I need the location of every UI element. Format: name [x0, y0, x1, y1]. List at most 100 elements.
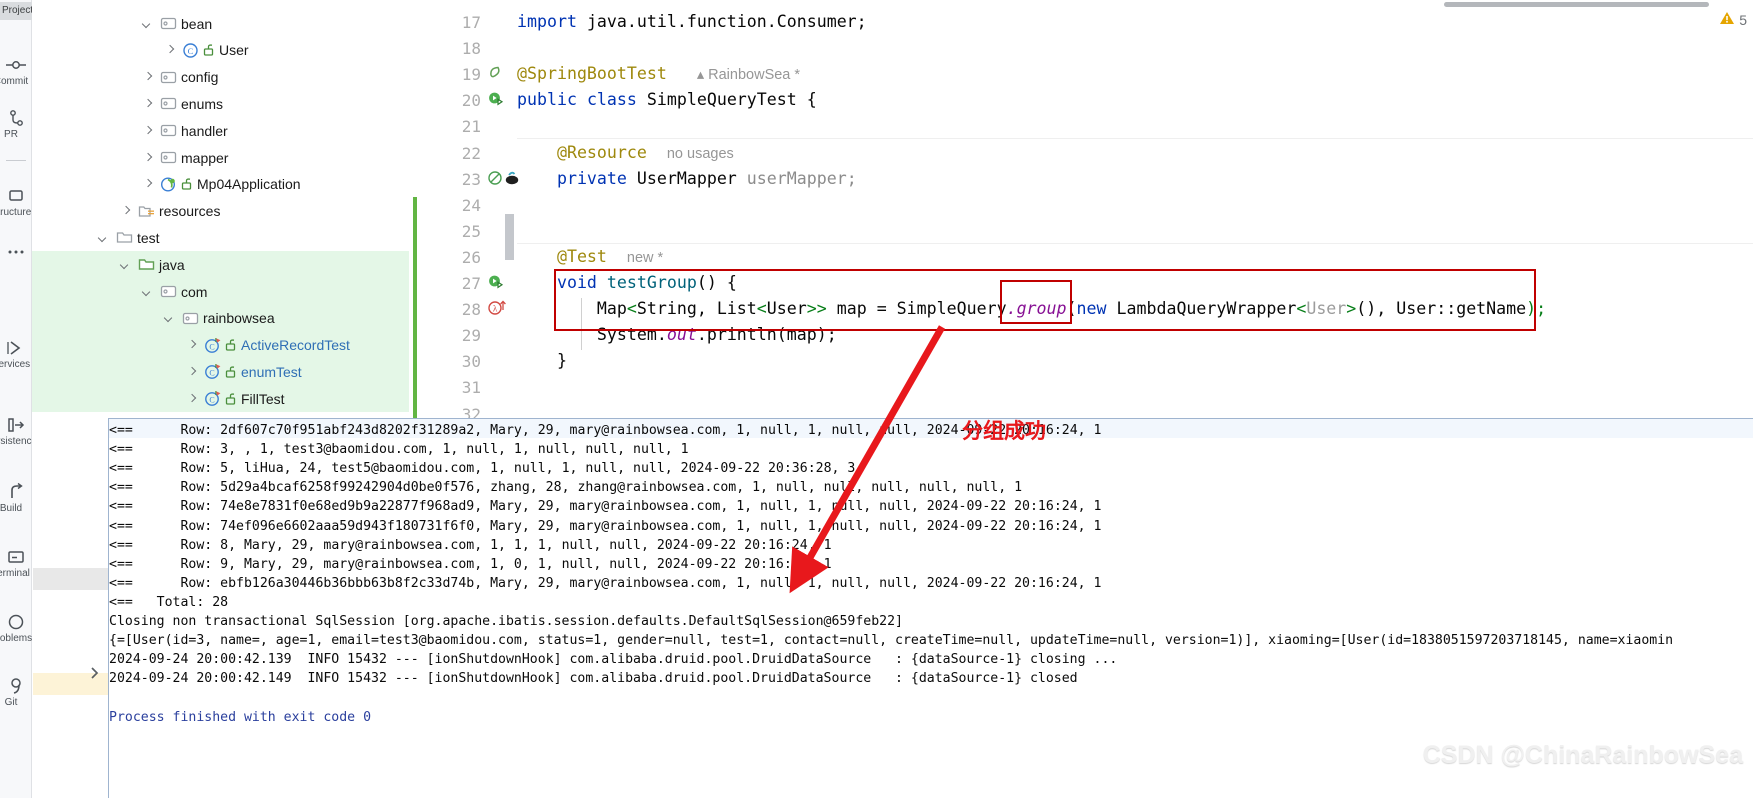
code-line[interactable]: import java.util.function.Consumer; — [517, 11, 867, 33]
tool-tab-pull-requests[interactable]: PR — [0, 108, 32, 140]
run-test-icon[interactable] — [487, 90, 505, 108]
code-line[interactable]: void testGroup() { — [517, 272, 737, 294]
code-token: SimpleQueryTest — [646, 90, 807, 110]
code-token: @SpringBootTest — [517, 64, 667, 84]
tree-item-java[interactable]: java — [32, 251, 409, 279]
code-editor[interactable]: 17 import java.util.function.Consumer; 18 1… — [409, 0, 1753, 425]
lambda-icon[interactable]: λ — [487, 299, 509, 317]
tool-tab-pull-requests-label: PR — [4, 129, 18, 140]
tool-tab-services[interactable]: Services — [0, 338, 32, 370]
tree-item-resources[interactable]: resources — [32, 198, 409, 225]
tool-tab-git-label: Git — [4, 697, 18, 708]
editor-separator — [517, 242, 1753, 244]
tree-item-bean[interactable]: bean — [32, 10, 409, 37]
tree-item-user[interactable]: C User — [32, 37, 409, 64]
run-tool-window-strip[interactable] — [33, 418, 108, 798]
tree-item-config[interactable]: config — [32, 64, 409, 91]
svg-text:C: C — [209, 395, 214, 404]
tree-item-enumtest[interactable]: CenumTest — [32, 358, 409, 386]
console-line-text: Row: 74ef096e6602aaa59d943f180731f6f0, M… — [132, 518, 1102, 534]
tool-tab-structure[interactable]: Structure — [0, 186, 32, 218]
console-line-text[interactable]: Process finished with exit code 0 — [109, 710, 371, 725]
chevron-right-icon[interactable] — [184, 337, 200, 353]
code-token: no usages — [666, 145, 734, 162]
chevron-down-icon[interactable] — [162, 310, 178, 326]
code-line[interactable]: } — [517, 350, 567, 372]
commit-icon — [6, 55, 26, 75]
tree-item-filltest[interactable]: C FillTest — [32, 385, 409, 413]
chevron-right-icon[interactable] — [140, 96, 156, 112]
chevron-down-icon[interactable] — [96, 230, 112, 246]
spring-bean-icon[interactable] — [487, 64, 505, 82]
code-line[interactable]: private UserMapper userMapper; — [517, 168, 857, 190]
console-line: {=[User(id=3, name=, age=1, email=test3@… — [109, 631, 1673, 650]
tree-item-test[interactable]: test — [32, 224, 409, 251]
package-icon — [182, 310, 199, 327]
run-strip-selected-row[interactable] — [33, 568, 108, 590]
chevron-right-icon[interactable] — [184, 364, 200, 380]
code-line[interactable]: @Test new * — [517, 246, 663, 269]
code-line[interactable]: public class SimpleQueryTest { — [517, 89, 817, 111]
code-line[interactable]: Map<String, List<User>> map = SimpleQuer… — [517, 298, 1546, 320]
console-line-text: Row: 2df607c70f951abf243d8202f31289a2, M… — [132, 423, 1102, 438]
inspection-widget[interactable]: 5 — [1719, 10, 1747, 29]
chevron-right-icon[interactable] — [118, 203, 134, 219]
chevron-down-icon[interactable] — [140, 16, 156, 32]
console-line-prefix: <== — [109, 537, 133, 553]
tool-tab-terminal[interactable]: Terminal — [0, 547, 32, 579]
console-line-text: Closing non transactional SqlSession [or… — [109, 614, 903, 629]
tool-tab-more[interactable] — [0, 242, 32, 263]
code-line[interactable]: @SpringBootTest ▴ RainbowSea * — [517, 63, 800, 86]
tree-item-label: java — [159, 256, 185, 273]
chevron-right-icon[interactable] — [140, 176, 156, 192]
code-token: import — [517, 12, 587, 31]
chevron-right-icon[interactable] — [88, 666, 102, 680]
package-icon — [160, 283, 177, 300]
tool-tab-persistence[interactable]: Persistence — [0, 415, 32, 447]
code-token: ▴ RainbowSea * — [696, 67, 801, 84]
line-number: 22 — [461, 143, 481, 163]
tool-tab-commit[interactable]: Commit — [0, 55, 32, 87]
line-number: 25 — [461, 221, 481, 241]
tool-tab-problems[interactable]: Problems — [0, 612, 32, 644]
tool-tab-project[interactable]: Project — [0, 2, 34, 20]
chevron-down-icon[interactable] — [118, 257, 134, 273]
chevron-right-icon[interactable] — [184, 391, 200, 407]
tree-item-mp04application[interactable]: Mp04Application — [32, 171, 409, 198]
console-line: <== Row: ebfb126a30446b36bbb63b8f2c33d74… — [109, 574, 1101, 593]
code-line[interactable]: @Resource no usages — [517, 142, 734, 165]
bean-nav-icon[interactable] — [487, 169, 521, 187]
code-token: < — [1296, 299, 1307, 319]
tree-item-label: enumTest — [241, 363, 302, 380]
tool-tab-build[interactable]: Build — [0, 482, 32, 514]
tree-item-enums[interactable]: enums — [32, 90, 409, 117]
code-token: ( — [696, 273, 707, 292]
tool-tab-git[interactable]: Git — [0, 676, 32, 708]
chevron-right-icon[interactable] — [140, 69, 156, 85]
access-public-icon — [225, 365, 237, 379]
editor-vertical-scrollbar-thumb[interactable] — [505, 214, 514, 260]
package-icon — [160, 69, 177, 86]
code-token: (), User::getName — [1356, 299, 1527, 319]
chevron-right-icon[interactable] — [162, 42, 178, 58]
package-icon — [160, 15, 177, 32]
chevron-down-icon[interactable] — [140, 284, 156, 300]
tree-item-rainbowsea[interactable]: rainbowsea — [32, 304, 409, 332]
tree-item-activerecordtest[interactable]: C ActiveRecordTest — [32, 331, 409, 359]
console-line: <== Total: 28 — [109, 593, 228, 612]
tree-item-mapper[interactable]: mapper — [32, 144, 409, 171]
tree-item-label: com — [181, 283, 208, 300]
chevron-right-icon[interactable] — [140, 150, 156, 166]
tree-item-label: FillTest — [241, 390, 285, 407]
run-test-icon[interactable] — [487, 273, 505, 291]
chevron-right-icon[interactable] — [140, 123, 156, 139]
console-line-prefix: <== — [109, 423, 133, 438]
code-line[interactable]: System.out.println(map); — [517, 324, 837, 346]
editor-horizontal-scrollbar[interactable] — [1444, 2, 1709, 7]
console-line: 2024-09-24 20:00:42.149 INFO 15432 --- [… — [109, 669, 1078, 688]
tree-item-handler[interactable]: handler — [32, 117, 409, 144]
tree-item-label: bean — [181, 15, 213, 32]
tree-item-com[interactable]: com — [32, 278, 409, 305]
code-token: @Resource — [517, 142, 647, 162]
code-token: } — [517, 351, 567, 371]
